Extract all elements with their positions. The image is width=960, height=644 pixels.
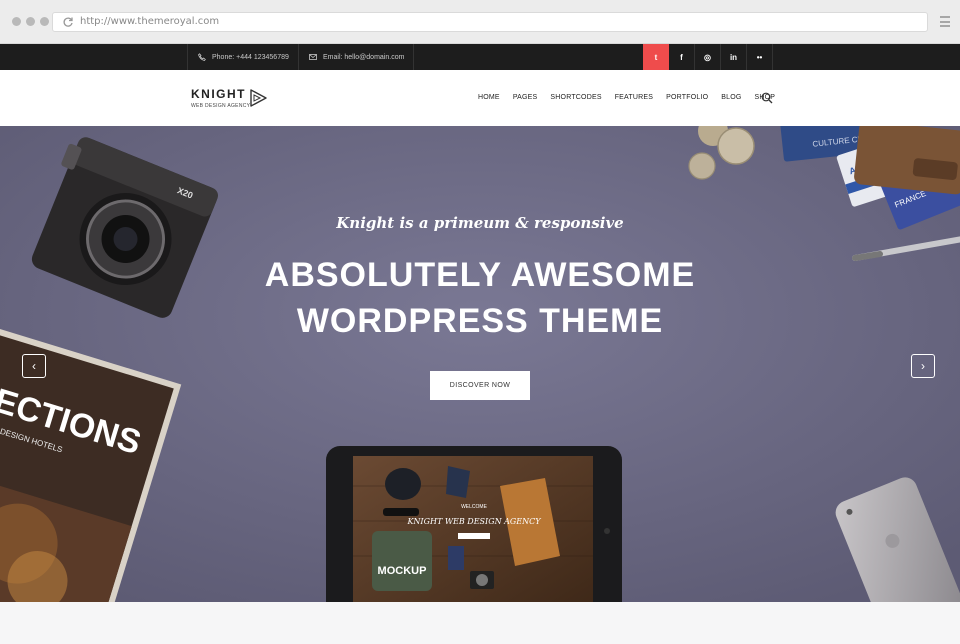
svg-text:KNIGHT WEB DESIGN AGENCY: KNIGHT WEB DESIGN AGENCY (406, 517, 541, 526)
email-text[interactable]: Email: hello@domain.com (323, 54, 404, 61)
logo-subtitle: WEB DESIGN AGENCY (191, 103, 251, 109)
logo-title[interactable]: KNIGHT (191, 87, 246, 101)
tablet-prop: WELCOME KNIGHT WEB DESIGN AGENCY MOCKUP (326, 446, 622, 602)
email-info: Email: hello@domain.com (298, 44, 414, 70)
logo-play-icon[interactable] (248, 88, 268, 108)
nav-pages[interactable]: PAGES (513, 94, 538, 101)
email-icon (309, 54, 317, 60)
window-controls (12, 17, 49, 26)
nav-shortcodes[interactable]: SHORTCODES (550, 94, 601, 101)
hero-title: ABSOLUTELY AWESOME WORDPRESS THEME (0, 252, 960, 344)
phone-text: Phone: +444 123456789 (212, 53, 289, 61)
dribbble-icon[interactable]: ◎ (695, 44, 721, 70)
flickr-icon[interactable]: •• (747, 44, 773, 70)
nav-home[interactable]: HOME (478, 94, 500, 101)
linkedin-icon[interactable]: in (721, 44, 747, 70)
nav-features[interactable]: FEATURES (615, 94, 653, 101)
browser-toolbar: http://www.themeroyal.com (0, 0, 960, 44)
nav-blog[interactable]: BLOG (721, 94, 741, 101)
slider-prev-arrow-icon[interactable]: ‹ (22, 354, 46, 378)
svg-text:MOCKUP: MOCKUP (378, 565, 427, 577)
hero-title-line-1: ABSOLUTELY AWESOME (264, 256, 696, 294)
social-links: t f ◎ in •• (643, 44, 773, 70)
minimize-dot[interactable] (26, 17, 35, 26)
svg-text:WELCOME: WELCOME (461, 504, 488, 510)
nav-portfolio[interactable]: PORTFOLIO (666, 94, 708, 101)
twitter-icon[interactable]: t (643, 44, 669, 70)
close-dot[interactable] (12, 17, 21, 26)
hero-background-image: X20 RECTIONS AZINE by DESIGN HOTELS CULT… (0, 126, 960, 602)
top-bar: Phone: +444 123456789 Email: hello@domai… (0, 44, 960, 70)
search-icon[interactable] (761, 92, 773, 104)
slider-next-arrow-icon[interactable]: › (911, 354, 935, 378)
url-text: http://www.themeroyal.com (80, 16, 220, 27)
hero-subtitle: Knight is a primeum & responsive (336, 214, 624, 232)
hero-title-line-2: WORDPRESS THEME (296, 302, 664, 340)
maximize-dot[interactable] (40, 17, 49, 26)
phone-info: Phone: +444 123456789 (187, 44, 298, 70)
hero-slider: X20 RECTIONS AZINE by DESIGN HOTELS CULT… (0, 126, 960, 602)
discover-now-button[interactable]: DISCOVER NOW (430, 371, 530, 400)
facebook-icon[interactable]: f (669, 44, 695, 70)
main-nav: HOME PAGES SHORTCODES FEATURES PORTFOLIO… (478, 94, 788, 101)
reload-icon[interactable] (62, 16, 74, 28)
address-bar[interactable]: http://www.themeroyal.com (52, 12, 928, 32)
browser-menu-icon[interactable] (940, 16, 950, 27)
phone-icon (198, 53, 206, 61)
page-content-strip (0, 602, 960, 644)
